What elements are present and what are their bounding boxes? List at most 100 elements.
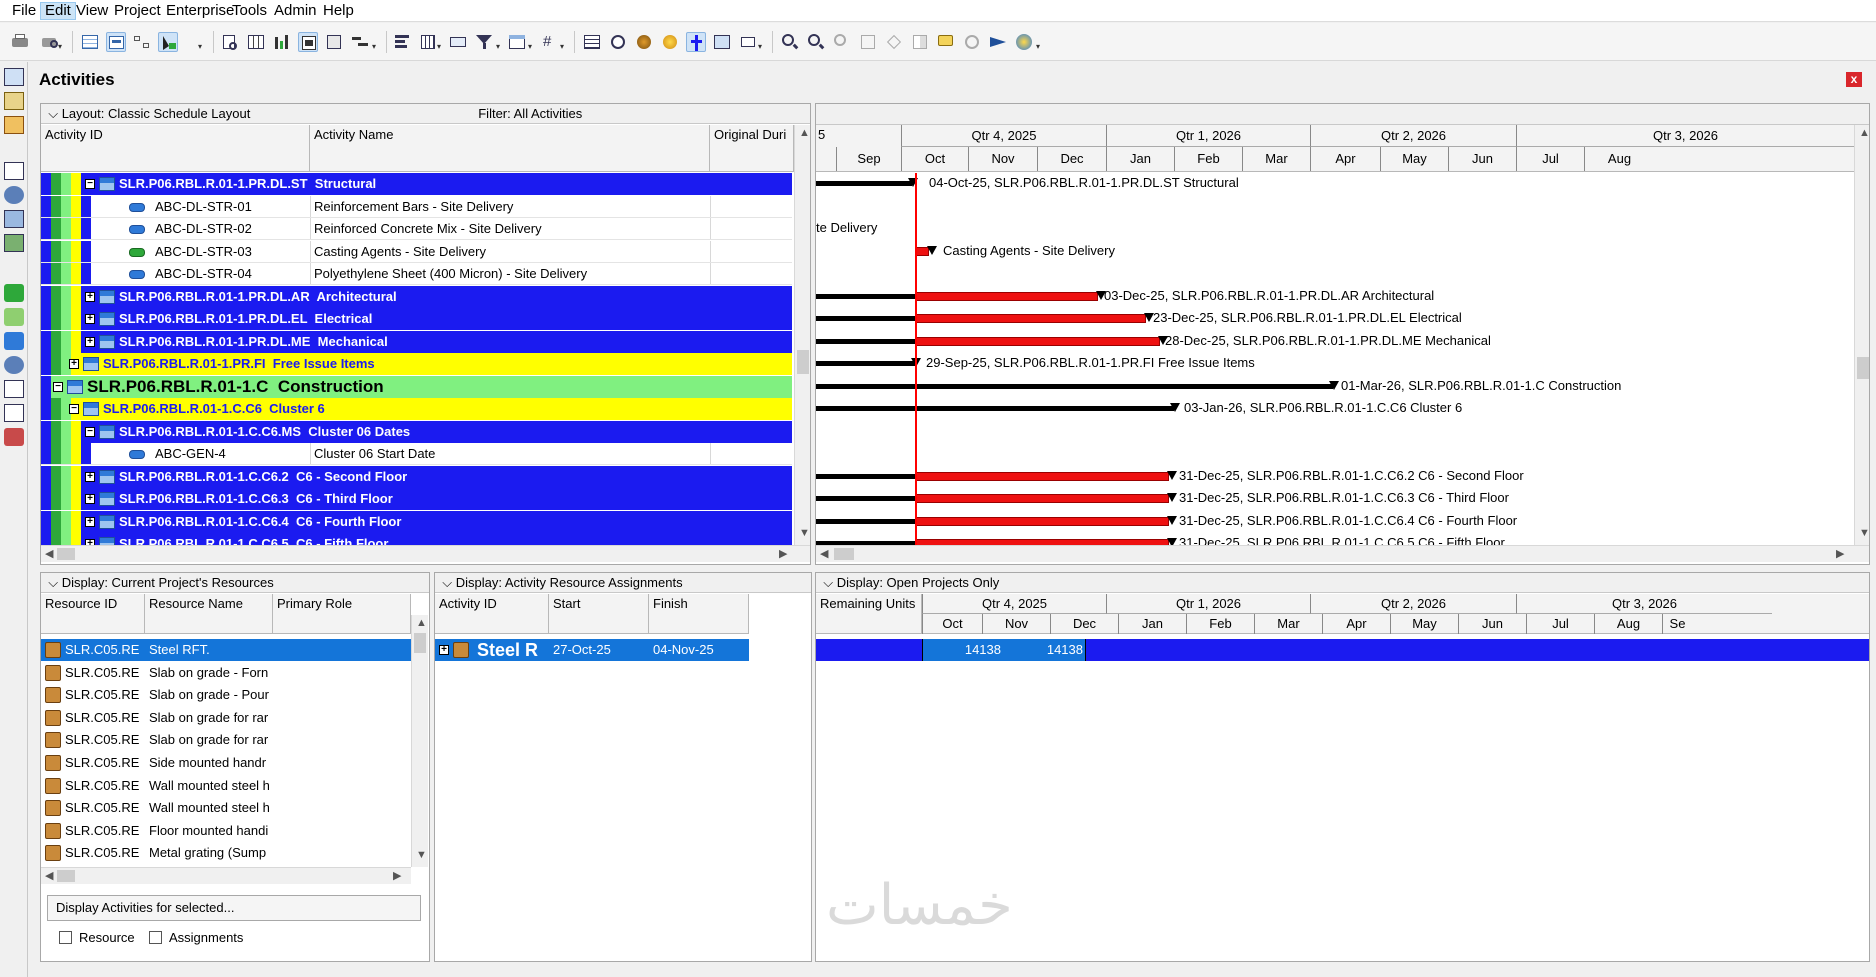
activities-scroll-thumb[interactable] [797, 350, 809, 374]
tracking-icon[interactable] [4, 116, 24, 134]
level-icon[interactable] [634, 32, 654, 52]
remaining-bar[interactable] [915, 494, 1169, 503]
column-primary-role[interactable]: Primary Role [273, 594, 411, 634]
network-view-icon[interactable] [132, 32, 152, 52]
expand-icon[interactable]: + [85, 337, 95, 347]
column-original-duration[interactable]: Original Duri [710, 125, 794, 172]
risks-icon[interactable] [4, 428, 24, 446]
close-button[interactable]: x [1846, 72, 1862, 87]
menu-help[interactable]: Help [319, 2, 358, 20]
print-icon[interactable] [10, 32, 30, 52]
zoom-fit-icon[interactable] [832, 32, 852, 52]
resource-row[interactable]: SLR.C05.RE Side mounted handr [41, 752, 411, 774]
column-start[interactable]: Start [549, 594, 649, 634]
help-circle-icon[interactable] [962, 32, 982, 52]
collapse-icon[interactable]: − [53, 382, 63, 392]
remaining-bar[interactable] [915, 472, 1169, 481]
hash-icon[interactable]: # [539, 32, 559, 52]
activity-row[interactable]: ABC-DL-STR-02 Reinforced Concrete Mix - S… [41, 218, 792, 240]
menu-view[interactable]: View [72, 2, 112, 20]
collapse-icon[interactable]: − [85, 179, 95, 189]
layout-bar[interactable]: ⌵ Layout: Classic Schedule Layout [41, 104, 471, 124]
store-period-icon[interactable] [712, 32, 732, 52]
wbs-row[interactable]: + SLR.P06.RBL.R.01-1.PR.DL.AR Architectur… [41, 286, 792, 308]
menu-tools[interactable]: Tools [228, 2, 271, 20]
wps-icon[interactable] [4, 332, 24, 350]
wbs-icon[interactable] [4, 92, 24, 110]
assistant-icon[interactable] [1014, 32, 1034, 52]
hash-dropdown-icon[interactable]: ▾ [560, 43, 566, 51]
column-activity-name[interactable]: Activity Name [310, 125, 710, 172]
filter-icon[interactable] [474, 32, 494, 52]
summary-bar[interactable] [816, 339, 915, 344]
bar-format-icon[interactable] [392, 32, 412, 52]
wbs-row[interactable]: + SLR.P06.RBL.R.01-1.PR.DL.EL Electrical [41, 308, 792, 330]
filter-dropdown-icon[interactable]: ▾ [496, 43, 502, 51]
select-cursor-icon[interactable] [158, 32, 178, 52]
timescale-icon[interactable] [507, 32, 527, 52]
summary-bar[interactable] [816, 406, 1174, 411]
timescale-dropdown-icon[interactable]: ▾ [528, 43, 534, 51]
wbs-row[interactable]: − SLR.P06.RBL.R.01-1.PR.DL.ST Structural [41, 173, 792, 195]
resources-vertical-scrollbar[interactable]: ▲ ▼ [411, 615, 428, 867]
assignment-row[interactable]: + Steel R 27-Oct-25 04-Nov-25 [435, 639, 749, 661]
summary-bar[interactable] [816, 474, 915, 479]
summary-bar[interactable] [816, 294, 915, 299]
documents-icon[interactable] [4, 380, 24, 398]
table-view-icon[interactable] [80, 32, 100, 52]
resource-row[interactable]: SLR.C05.RE Slab on grade for rar [41, 707, 411, 729]
activity-row[interactable]: ABC-DL-STR-04 Polyethylene Sheet (400 Mic… [41, 263, 792, 285]
filter-bar[interactable]: Filter: All Activities [471, 104, 810, 124]
wbs-row[interactable]: + SLR.P06.RBL.R.01-1.PR.FI Free Issue Ite… [41, 353, 792, 375]
bar-chart-icon[interactable] [272, 32, 292, 52]
activities-horizontal-scrollbar[interactable]: ◀ ▶ [41, 545, 810, 562]
columns-format-icon[interactable] [418, 32, 438, 52]
assignments-checkbox[interactable] [149, 931, 162, 944]
menu-enterprise[interactable]: Enterprise [162, 2, 238, 20]
resource-row[interactable]: SLR.C05.RE Wall mounted steel h [41, 775, 411, 797]
column-resource-name[interactable]: Resource Name [145, 594, 273, 634]
remaining-bar[interactable] [915, 314, 1146, 323]
wbs-row[interactable]: − SLR.P06.RBL.R.01-1.C Construction [41, 376, 792, 398]
activity-row[interactable]: ABC-GEN-4 Cluster 06 Start Date [41, 443, 792, 465]
resources-hscroll-thumb[interactable] [57, 870, 75, 882]
relationship-icon[interactable] [350, 32, 370, 52]
resource-checkbox[interactable] [59, 931, 72, 944]
gantt-scroll-thumb[interactable] [1857, 357, 1869, 379]
usage-row[interactable]: 14138 14138 [816, 639, 1869, 661]
summary-bar[interactable] [816, 316, 915, 321]
expand-icon[interactable]: + [85, 472, 95, 482]
column-remaining-units[interactable]: Remaining Units [816, 594, 922, 634]
send-icon[interactable] [988, 32, 1008, 52]
baseline-dropdown-icon[interactable]: ▾ [758, 43, 764, 51]
column-activity-id[interactable]: Activity ID [41, 125, 310, 172]
split-icon[interactable] [858, 32, 878, 52]
summary-bar[interactable] [816, 496, 915, 501]
diamond-icon[interactable] [884, 32, 904, 52]
progress-spotlight-icon[interactable] [660, 32, 680, 52]
resources-icon[interactable] [4, 186, 24, 204]
schedule-icon[interactable] [608, 32, 628, 52]
wbs-row[interactable]: + SLR.P06.RBL.R.01-1.PR.DL.ME Mechanical [41, 331, 792, 353]
resources-scroll-thumb[interactable] [414, 633, 426, 653]
summary-bar[interactable] [816, 361, 915, 366]
issues-icon[interactable] [4, 356, 24, 374]
assistant-dropdown-icon[interactable]: ▾ [1036, 43, 1042, 51]
resource-row[interactable]: SLR.C05.RE Steel RFT. [41, 639, 411, 661]
resource-row[interactable]: SLR.C05.RE Slab on grade - Forn [41, 662, 411, 684]
resource-row[interactable]: SLR.C05.RE Slab on grade for rar [41, 729, 411, 751]
column-resource-id[interactable]: Resource ID [41, 594, 145, 634]
column-assign-activity-id[interactable]: Activity ID [435, 594, 549, 634]
resource-row[interactable]: SLR.C05.RE Metal grating (Sump [41, 842, 411, 864]
resources-horizontal-scrollbar[interactable]: ◀ ▶ [41, 867, 411, 884]
columns-icon[interactable] [246, 32, 266, 52]
notes-icon[interactable] [936, 32, 956, 52]
expand-icon[interactable]: + [85, 494, 95, 504]
expand-icon[interactable]: + [85, 292, 95, 302]
activities-vertical-scrollbar[interactable]: ▲ ▼ [794, 125, 810, 545]
remaining-bar[interactable] [915, 337, 1160, 346]
projects-icon[interactable] [4, 68, 24, 86]
activity-row[interactable]: ABC-DL-STR-01 Reinforcement Bars - Site D… [41, 196, 792, 218]
resource-row[interactable]: SLR.C05.RE Wall mounted steel h [41, 797, 411, 819]
gantt-view-icon[interactable] [106, 32, 126, 52]
